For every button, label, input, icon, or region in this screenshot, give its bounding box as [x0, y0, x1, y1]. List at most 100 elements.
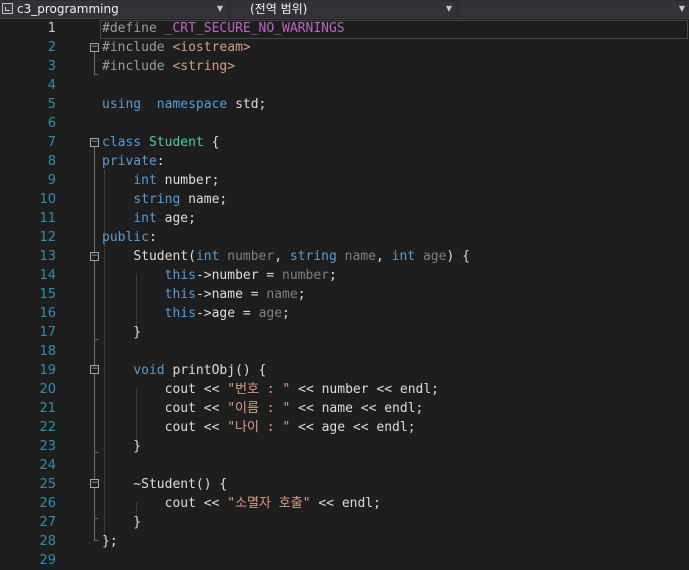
code-line[interactable]: 7 class Student { [0, 133, 689, 152]
code-line[interactable]: 10 string name; [0, 190, 689, 209]
code-token: #include [102, 59, 173, 74]
code-line[interactable]: 22 cout << "나이 : " << age << endl; [0, 418, 689, 437]
code-text: private: [102, 152, 165, 171]
code-token: class [102, 135, 142, 150]
line-number: 16 [39, 306, 56, 321]
code-line[interactable]: 15 this->name = name; [0, 285, 689, 304]
line-number: 18 [39, 344, 56, 359]
code-token: int [195, 249, 220, 264]
code-token: { [203, 135, 220, 150]
code-text: } [102, 323, 141, 342]
code-line[interactable]: 8 private: [0, 152, 689, 171]
line-number: 1 [47, 21, 56, 36]
code-text: void printObj() { [102, 361, 266, 380]
code-line[interactable]: 24 [0, 456, 689, 475]
code-token: << number << endl; [290, 382, 440, 397]
code-line[interactable]: 3 #include <string> [0, 57, 689, 76]
code-text: string name; [102, 190, 227, 209]
code-line[interactable]: 4 [0, 76, 689, 95]
line-number: 3 [47, 59, 56, 74]
code-text: this->name = name; [102, 285, 306, 304]
line-number: 11 [39, 211, 56, 226]
code-token: << age << endl; [290, 420, 416, 435]
code-token: int [133, 173, 157, 188]
code-token: cout << [102, 401, 228, 416]
code-token: number [282, 268, 329, 283]
code-text: cout << "번호 : " << number << endl; [102, 380, 439, 399]
code-line[interactable]: 5 using namespace std; [0, 95, 689, 114]
line-number: 13 [39, 249, 56, 264]
code-token: ; [329, 268, 337, 283]
line-number: 22 [39, 420, 56, 435]
code-text: using namespace std; [102, 95, 266, 114]
line-number: 6 [47, 116, 56, 131]
code-editor[interactable]: − − − − − 1 #define _CRT_SECURE_NO_WARNIN… [0, 19, 689, 570]
code-token: age [422, 249, 447, 264]
code-line[interactable]: 21 cout << "이름 : " << name << endl; [0, 399, 689, 418]
code-token: <iostream> [172, 40, 251, 55]
code-line[interactable]: 19 void printObj() { [0, 361, 689, 380]
code-token: , [375, 249, 392, 264]
code-text: this->age = age; [102, 304, 290, 323]
code-line[interactable]: 17 } [0, 323, 689, 342]
code-token: } [102, 439, 142, 454]
code-line[interactable]: 28}; [0, 532, 689, 551]
line-number: 17 [39, 325, 56, 340]
code-line[interactable]: 14 this->number = number; [0, 266, 689, 285]
code-line[interactable]: 13 Student(int number, string name, int … [0, 247, 689, 266]
code-token: int [133, 211, 157, 226]
navigation-bar: c3_programming ▼ (전역 범위) ▼ ▼ [0, 0, 689, 19]
code-token: std; [227, 97, 267, 112]
code-token: int [391, 249, 416, 264]
code-token: : [148, 230, 157, 245]
code-line[interactable]: 6 [0, 114, 689, 133]
code-line[interactable]: 12 public: [0, 228, 689, 247]
code-line[interactable]: 2 #include <iostream> [0, 38, 689, 57]
project-icon [2, 3, 13, 14]
line-number: 23 [39, 439, 56, 454]
code-line[interactable]: 20 cout << "번호 : " << number << endl; [0, 380, 689, 399]
code-line[interactable]: 9 int number; [0, 171, 689, 190]
code-line[interactable]: 27 } [0, 513, 689, 532]
code-text: int age; [102, 209, 196, 228]
code-text: cout << "나이 : " << age << endl; [102, 418, 416, 437]
line-number: 9 [47, 173, 56, 188]
code-token: #define [102, 21, 165, 36]
scope-dropdown[interactable]: (전역 범위) ▼ [231, 1, 456, 17]
code-token: number [227, 249, 275, 264]
code-line[interactable]: 25 ~Student() { [0, 475, 689, 494]
code-line[interactable]: 18 [0, 342, 689, 361]
line-number: 5 [47, 97, 56, 112]
project-dropdown[interactable]: c3_programming ▼ [0, 1, 227, 17]
line-number: 28 [39, 534, 56, 549]
line-number: 14 [39, 268, 56, 283]
code-line[interactable]: 26 cout << "소멸자 호출" << endl; [0, 494, 689, 513]
code-line[interactable]: 11 int age; [0, 209, 689, 228]
code-token: } [102, 325, 142, 340]
code-line[interactable]: 29 [0, 551, 689, 570]
code-line[interactable]: 23 } [0, 437, 689, 456]
code-token: <string> [172, 59, 236, 74]
member-dropdown[interactable]: ▼ [460, 1, 689, 17]
code-text: this->number = number; [102, 266, 337, 285]
code-line[interactable]: 1 #define _CRT_SECURE_NO_WARNINGS [0, 19, 689, 38]
code-text: #include <iostream> [102, 38, 251, 57]
code-token: name [344, 249, 376, 264]
line-number: 15 [39, 287, 56, 302]
line-number: 29 [39, 553, 56, 568]
code-token: this [164, 306, 196, 321]
code-line[interactable]: 16 this->age = age; [0, 304, 689, 323]
code-text: cout << "이름 : " << name << endl; [102, 399, 424, 418]
code-token: cout << [102, 382, 228, 397]
code-token: } [102, 515, 142, 530]
code-text: }; [102, 532, 118, 551]
line-number: 2 [47, 40, 56, 55]
code-token: Student [148, 135, 204, 150]
code-token: : [156, 154, 165, 169]
code-token: string [133, 192, 181, 207]
